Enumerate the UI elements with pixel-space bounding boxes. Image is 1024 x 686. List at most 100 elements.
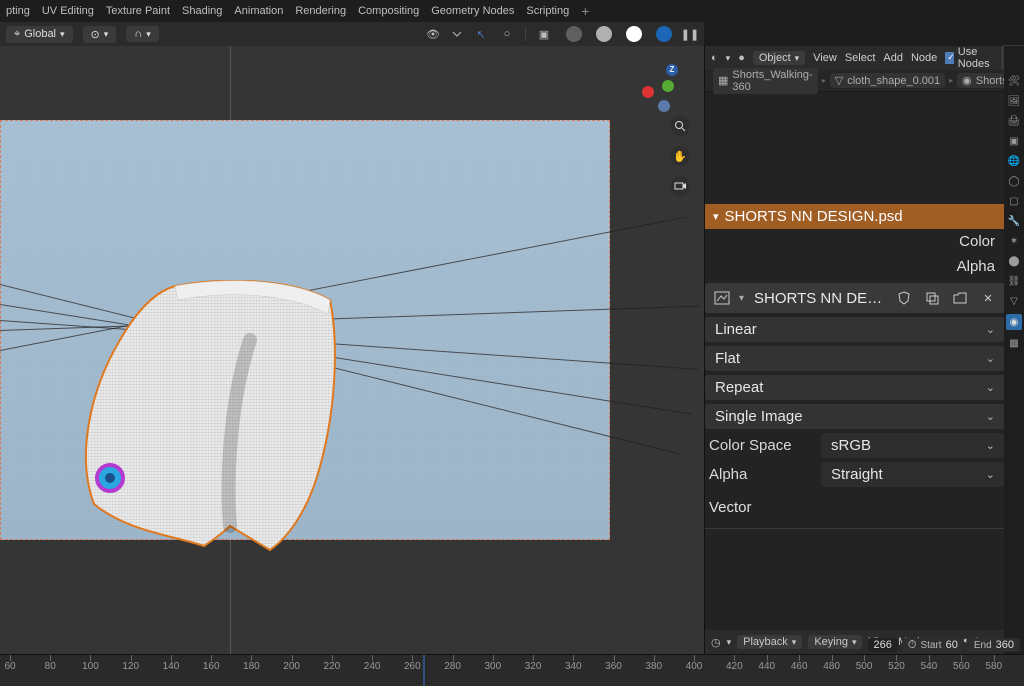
axis-z-icon[interactable]: Z <box>666 64 678 76</box>
workspace-tab[interactable]: UV Editing <box>42 5 94 17</box>
colorspace-dropdown[interactable]: sRGB⌄ <box>821 433 1005 458</box>
shader-editor: ◐ ▾ ● Object ▾ View Select Add Node Use … <box>704 46 1024 654</box>
render-tab-icon[interactable]: 🖼 <box>1007 94 1021 108</box>
chevron-down-icon[interactable]: ▾ <box>739 293 744 304</box>
image-name-field[interactable]: SHORTS NN DE… <box>750 290 887 307</box>
node-output-alpha[interactable]: Alpha <box>705 254 1005 279</box>
scene-tab-icon[interactable]: 🌐 <box>1007 154 1021 168</box>
image-datablock-row: ▾ SHORTS NN DE… ✕ <box>705 283 1005 313</box>
range-clock-icon: ⏱ <box>908 639 917 652</box>
shading-wireframe-icon[interactable] <box>566 26 582 42</box>
shading-solid-icon[interactable] <box>596 26 612 42</box>
unlink-x-icon[interactable]: ✕ <box>977 287 999 309</box>
gizmo-toggle-icon[interactable]: ↖ <box>473 26 489 42</box>
texture-tab-icon[interactable]: ▩ <box>1007 336 1021 350</box>
camera-view-icon[interactable] <box>670 176 690 196</box>
overlays-toggle-icon[interactable]: ○ <box>499 26 515 42</box>
open-file-icon[interactable] <box>949 287 971 309</box>
workspace-tab[interactable]: Animation <box>234 5 283 17</box>
pan-hand-icon[interactable]: ✋ <box>670 146 690 166</box>
copy-id-icon[interactable] <box>921 287 943 309</box>
nav-gizmo[interactable]: Z <box>638 62 688 112</box>
node-output-color[interactable]: Color <box>705 229 1005 254</box>
chevron-down-icon[interactable]: ▾ <box>726 53 731 64</box>
workspace-tab[interactable]: pting <box>6 5 30 17</box>
workspace-tab[interactable]: Texture Paint <box>106 5 170 17</box>
node-header[interactable]: ▾ SHORTS NN DESIGN.psd <box>705 204 1005 229</box>
particle-tab-icon[interactable]: ✶ <box>1007 234 1021 248</box>
options-dropdown[interactable]: Options ˅ <box>638 46 696 48</box>
material-tab-icon[interactable]: ◉ <box>1006 314 1022 330</box>
ruler-tick: 360 <box>605 661 622 672</box>
modifier-tab-icon[interactable]: 🔧 <box>1007 214 1021 228</box>
chevron-down-icon: ▾ <box>104 29 109 40</box>
shader-mode-dropdown[interactable]: Object ▾ <box>753 51 805 65</box>
node-input-vector[interactable]: Vector <box>705 495 1005 520</box>
world-tab-icon[interactable]: ◯ <box>1007 174 1021 188</box>
projection-dropdown[interactable]: Flat⌄ <box>705 346 1005 371</box>
material-globe-icon[interactable]: ● <box>738 50 745 66</box>
colorspace-label: Color Space <box>705 437 813 454</box>
menu-select[interactable]: Select <box>845 52 876 64</box>
axis-x-icon[interactable] <box>642 86 654 98</box>
menu-view[interactable]: View <box>813 52 837 64</box>
workspace-tab[interactable]: Rendering <box>295 5 346 17</box>
chevron-down-icon: ⌄ <box>986 439 995 452</box>
visibility-eye-icon[interactable]: 👁 <box>425 26 441 42</box>
timeline-ruler-right[interactable]: 266 ⏱ Start 60 End 360 42044046048050052… <box>704 655 1024 686</box>
crumb-object[interactable]: ▦ Shorts_Walking-360 <box>713 68 818 94</box>
image-texture-node[interactable]: ▾ SHORTS NN DESIGN.psd Color Alpha ▾ SHO… <box>705 204 1005 529</box>
fake-user-shield-icon[interactable] <box>893 287 915 309</box>
dropdown-value: Repeat <box>715 379 763 396</box>
end-value: 360 <box>996 639 1014 651</box>
viewlayer-tab-icon[interactable]: ▣ <box>1007 134 1021 148</box>
ruler-tick: 120 <box>122 661 139 672</box>
range-end-chip[interactable]: End 360 <box>968 638 1020 652</box>
data-tab-icon[interactable]: ▽ <box>1007 294 1021 308</box>
object-tab-icon[interactable]: ▢ <box>1007 194 1021 208</box>
editor-type-icon[interactable]: ◐ <box>711 50 718 66</box>
physics-tab-icon[interactable]: ⬤ <box>1007 254 1021 268</box>
xray-toggle-icon[interactable]: ▣ <box>536 26 552 42</box>
current-frame-chip[interactable]: 266 <box>868 638 898 652</box>
output-tab-icon[interactable]: 🖨 <box>1007 114 1021 128</box>
workspace-tab[interactable]: Shading <box>182 5 222 17</box>
mesh-shorts[interactable] <box>80 280 340 560</box>
use-nodes-checkbox[interactable]: Use Nodes <box>945 46 993 70</box>
workspace-tab[interactable]: Scripting <box>526 5 569 17</box>
menu-add[interactable]: Add <box>883 52 903 64</box>
chevron-down-icon: ⌄ <box>986 352 995 365</box>
viewport-3d[interactable]: Options ˅ <box>0 46 704 654</box>
workspace-tab[interactable]: Compositing <box>358 5 419 17</box>
chevron-down-icon: ▾ <box>146 29 151 40</box>
ruler-tick: 420 <box>726 661 743 672</box>
orientation-dropdown[interactable]: ⌖ Global ▾ <box>6 26 73 43</box>
axis-neg-icon[interactable] <box>658 100 670 112</box>
image-picker-icon[interactable] <box>711 287 733 309</box>
axis-y-icon[interactable] <box>662 80 674 92</box>
extension-dropdown[interactable]: Repeat⌄ <box>705 375 1005 400</box>
timeline-ruler-left[interactable]: 6080100120140160180200220240260280300320… <box>0 655 704 686</box>
alpha-dropdown[interactable]: Straight⌄ <box>821 462 1005 487</box>
shading-matpreview-icon[interactable] <box>626 26 642 42</box>
add-workspace-icon[interactable]: + <box>581 4 589 18</box>
collapse-chevron-icon[interactable]: ▾ <box>713 210 719 223</box>
pause-render-icon[interactable]: ❚❚ <box>682 26 698 42</box>
ruler-tick: 280 <box>444 661 461 672</box>
snap-dropdown[interactable]: ∩ ▾ <box>126 26 158 42</box>
range-start-chip[interactable]: ⏱ Start 60 <box>902 638 964 653</box>
shading-rendered-icon[interactable] <box>656 26 672 42</box>
menu-node[interactable]: Node <box>911 52 937 64</box>
start-value: 60 <box>946 639 958 651</box>
zoom-icon[interactable] <box>670 116 690 136</box>
crumb-data[interactable]: ▽ cloth_shape_0.001 <box>830 73 945 88</box>
workspace-tab[interactable]: Geometry Nodes <box>431 5 514 17</box>
tool-tab-icon[interactable]: 🛠 <box>1007 74 1021 88</box>
pivot-dropdown[interactable]: ⊙ ▾ <box>83 26 117 43</box>
source-dropdown[interactable]: Single Image⌄ <box>705 404 1005 429</box>
ruler-tick: 320 <box>525 661 542 672</box>
interpolation-dropdown[interactable]: Linear⌄ <box>705 317 1005 342</box>
timeline[interactable]: 6080100120140160180200220240260280300320… <box>0 654 1024 686</box>
dropdown-arrow-icon[interactable] <box>451 28 463 40</box>
constraint-tab-icon[interactable]: ⛓ <box>1007 274 1021 288</box>
